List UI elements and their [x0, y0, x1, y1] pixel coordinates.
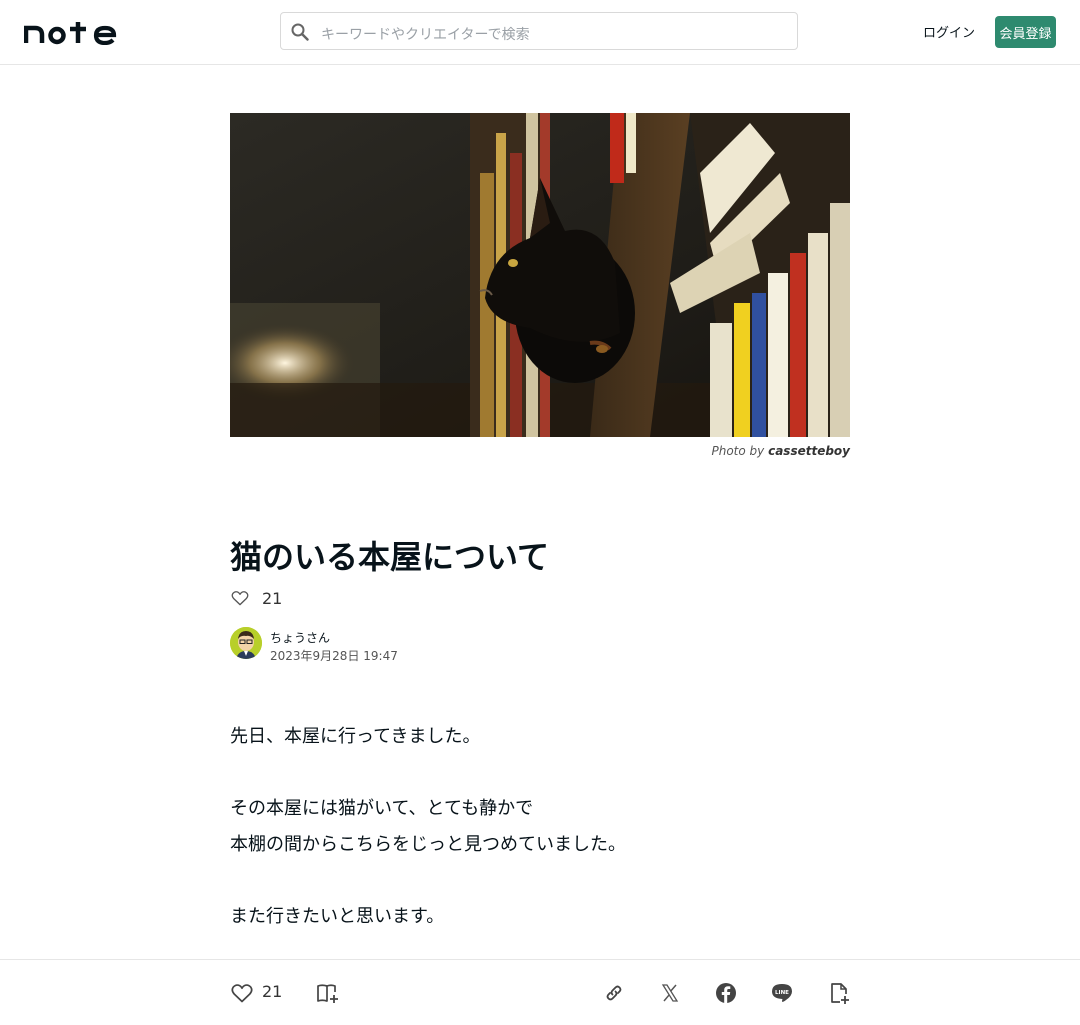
publish-date: 2023年9月28日 19:47 [270, 649, 398, 663]
like-button[interactable] [230, 981, 254, 1005]
svg-text:LINE: LINE [775, 990, 789, 996]
avatar[interactable] [230, 627, 262, 659]
hero-image [230, 113, 850, 437]
note-add-icon[interactable] [827, 981, 851, 1005]
body-paragraph-2: その本屋には猫がいて、とても静かで [230, 798, 534, 819]
site-header: キーワードやクリエイターで検索 ログイン 会員登録 [0, 0, 1080, 65]
body-paragraph-1: 先日、本屋に行ってきました。 [230, 726, 481, 747]
magazine-add-icon[interactable] [316, 981, 340, 1005]
body-paragraph-3: 本棚の間からこちらをじっと見つめていました。 [230, 834, 626, 855]
avatar-image [230, 627, 262, 659]
credit-prefix: Photo by [711, 444, 765, 458]
credit-author-link[interactable]: cassetteboy [768, 444, 850, 458]
facebook-icon[interactable] [714, 981, 738, 1005]
note-logo[interactable] [24, 19, 124, 45]
bottom-action-bar: 21 LINE [0, 959, 1080, 1025]
link-icon[interactable] [602, 981, 626, 1005]
search-placeholder: キーワードやクリエイターで検索 [321, 27, 530, 43]
x-icon[interactable] [658, 981, 682, 1005]
search-icon [291, 23, 309, 41]
photo-credit: Photo by cassetteboy [230, 444, 851, 458]
signup-button[interactable]: 会員登録 [995, 16, 1056, 48]
cat-bookshelf-photo [230, 113, 850, 437]
search-input[interactable]: キーワードやクリエイターで検索 [280, 12, 798, 50]
bottom-like-count: 21 [262, 982, 283, 1001]
body-paragraph-4: また行きたいと思います。 [230, 906, 445, 927]
login-link[interactable]: ログイン [920, 22, 978, 41]
article-title: 猫のいる本屋について [230, 538, 550, 576]
like-summary[interactable]: 21 [230, 588, 282, 608]
like-count: 21 [262, 588, 283, 608]
line-icon[interactable]: LINE [770, 981, 794, 1005]
author-name[interactable]: ちょうさん [270, 629, 330, 646]
heart-icon[interactable] [230, 588, 250, 608]
